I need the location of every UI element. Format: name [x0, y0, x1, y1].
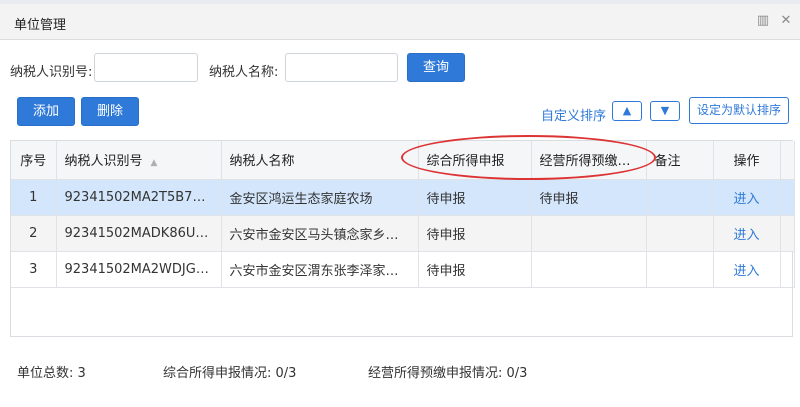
- unit-total: 单位总数: 3: [17, 366, 86, 381]
- cell-taxpayer-name: 金安区鸿运生态家庭农场: [221, 179, 419, 216]
- enter-link[interactable]: 进入: [733, 228, 759, 243]
- delete-button[interactable]: 删除: [81, 97, 139, 126]
- cell-taxpayer-id: 92341502MA2WDJGD0Y: [56, 251, 222, 288]
- cell-action: 进入: [713, 179, 781, 216]
- toolbar: 添加 删除 自定义排序 ▲ ▼ 设定为默认排序: [0, 94, 800, 128]
- cell-index: 1: [11, 179, 57, 216]
- taxpayer-id-label: 纳税人识别号:: [10, 65, 93, 80]
- cell-index: 3: [11, 251, 57, 288]
- unit-table: 序号 纳税人识别号 ▲ 纳税人名称 综合所得申报 经营所得预缴申报 备注 操作 1…: [11, 141, 795, 288]
- set-default-sort-button[interactable]: 设定为默认排序: [689, 97, 789, 124]
- move-down-button[interactable]: ▼: [650, 101, 680, 121]
- taxpayer-name-label: 纳税人名称:: [209, 65, 279, 80]
- cell-comprehensive-income: 待申报: [418, 251, 532, 288]
- cell-comprehensive-income: 待申报: [418, 179, 532, 216]
- header-taxpayer-id[interactable]: 纳税人识别号 ▲: [56, 141, 222, 180]
- cell-taxpayer-name: 六安市金安区马头镇念家乡谷物...: [221, 215, 419, 252]
- dialog-titlebar: 单位管理 ▥ ✕: [0, 4, 800, 40]
- taxpayer-id-input[interactable]: [94, 53, 198, 82]
- header-action: 操作: [713, 141, 781, 180]
- cell-business-income: [531, 215, 647, 252]
- add-button[interactable]: 添加: [17, 97, 75, 126]
- cell-remark: [646, 179, 714, 216]
- cell-taxpayer-id: 92341502MA2T5B7T66: [56, 179, 222, 216]
- cell-comprehensive-income: 待申报: [418, 215, 532, 252]
- close-icon[interactable]: ✕: [779, 14, 793, 28]
- table-row[interactable]: 2 92341502MADK86U189 六安市金安区马头镇念家乡谷物... 待…: [11, 215, 795, 252]
- header-taxpayer-id-label: 纳税人识别号: [64, 154, 143, 170]
- enter-link[interactable]: 进入: [733, 264, 759, 279]
- cell-business-income: 待申报: [531, 179, 647, 216]
- cell-remark: [646, 251, 714, 288]
- query-button[interactable]: 查询: [407, 53, 465, 82]
- unit-grid: 序号 纳税人识别号 ▲ 纳税人名称 综合所得申报 经营所得预缴申报 备注 操作 1…: [10, 140, 795, 337]
- cell-index: 2: [11, 215, 57, 252]
- header-comprehensive-income: 综合所得申报: [418, 141, 532, 180]
- cell-spacer: [780, 179, 795, 216]
- table-row[interactable]: 3 92341502MA2WDJGD0Y 六安市金安区渭东张李泽家庭农... 待…: [11, 251, 795, 288]
- header-remark: 备注: [646, 141, 714, 180]
- enter-link[interactable]: 进入: [733, 192, 759, 207]
- move-up-button[interactable]: ▲: [612, 101, 642, 121]
- table-header-row: 序号 纳税人识别号 ▲ 纳税人名称 综合所得申报 经营所得预缴申报 备注 操作: [11, 141, 795, 180]
- header-spacer: [780, 141, 795, 180]
- cell-taxpayer-name: 六安市金安区渭东张李泽家庭农...: [221, 251, 419, 288]
- header-index: 序号: [11, 141, 57, 180]
- cell-spacer: [780, 215, 795, 252]
- cell-action: 进入: [713, 215, 781, 252]
- footer-summary: 单位总数: 3 综合所得申报情况: 0/3 经营所得预缴申报情况: 0/3: [0, 362, 800, 384]
- cell-business-income: [531, 251, 647, 288]
- cell-remark: [646, 215, 714, 252]
- table-row[interactable]: 1 92341502MA2T5B7T66 金安区鸿运生态家庭农场 待申报 待申报…: [11, 179, 795, 216]
- cell-taxpayer-id: 92341502MADK86U189: [56, 215, 222, 252]
- sort-asc-icon[interactable]: ▲: [151, 158, 158, 168]
- taxpayer-name-input[interactable]: [285, 53, 398, 82]
- cell-action: 进入: [713, 251, 781, 288]
- header-taxpayer-name: 纳税人名称: [221, 141, 419, 180]
- cell-spacer: [780, 251, 795, 288]
- search-bar: 纳税人识别号: 纳税人名称: 查询: [0, 40, 800, 94]
- comprehensive-status: 综合所得申报情况: 0/3: [163, 366, 297, 381]
- custom-sort-link[interactable]: 自定义排序: [541, 105, 606, 124]
- business-status: 经营所得预缴申报情况: 0/3: [368, 366, 528, 381]
- dialog-title: 单位管理: [14, 18, 67, 33]
- maximize-icon[interactable]: ▥: [756, 14, 770, 28]
- header-business-income: 经营所得预缴申报: [531, 141, 647, 180]
